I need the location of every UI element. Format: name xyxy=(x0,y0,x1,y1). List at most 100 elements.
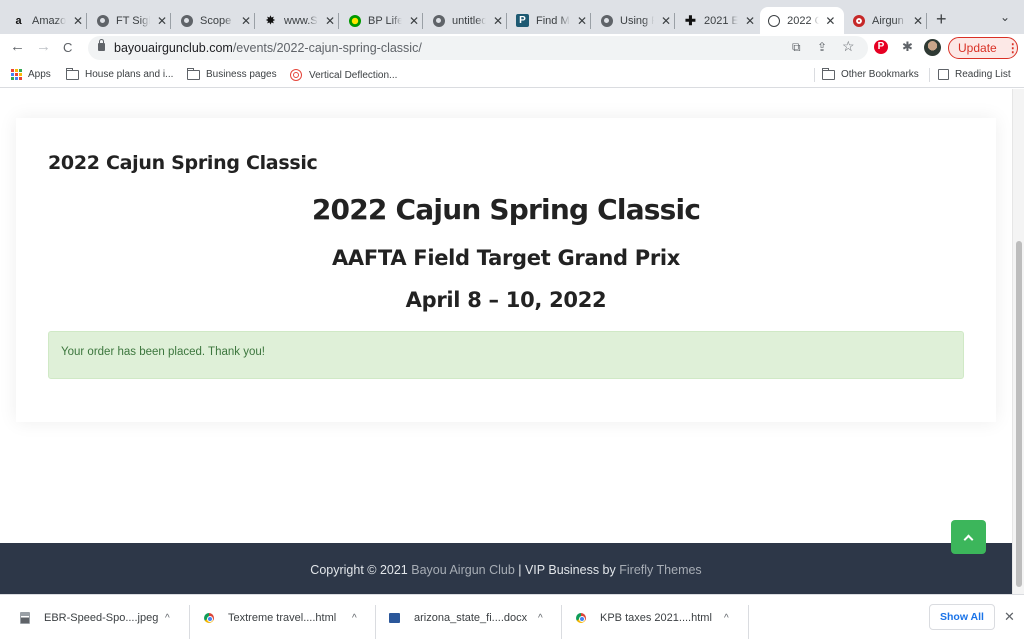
close-tab-icon[interactable]: ✕ xyxy=(408,14,420,28)
download-item[interactable]: KPB taxes 2021....html ^ xyxy=(576,595,729,641)
tab-title: Find M xyxy=(536,14,570,27)
download-item[interactable]: EBR-Speed-Spo....jpeg ^ xyxy=(20,595,170,641)
tab-divider xyxy=(590,13,591,29)
event-date: April 8 – 10, 2022 xyxy=(405,288,607,312)
site-link[interactable]: Bayou Airgun Club xyxy=(411,563,515,577)
bookmark-other[interactable]: Other Bookmarks xyxy=(822,67,919,80)
globe-icon xyxy=(600,14,613,27)
tab-scope[interactable]: Scope ✕ xyxy=(180,7,255,34)
profile-avatar[interactable] xyxy=(924,39,941,56)
scroll-to-top-button[interactable] xyxy=(951,520,986,554)
tab-title: untitled xyxy=(452,14,486,27)
extensions-puzzle-icon[interactable]: ✱ xyxy=(902,39,913,55)
tab-amazon[interactable]: a Amazon ✕ xyxy=(12,7,87,34)
folder-icon xyxy=(822,67,835,80)
tab-untitled[interactable]: untitled ✕ xyxy=(432,7,507,34)
tab-divider xyxy=(674,13,675,29)
tab-search-chevron-icon[interactable]: ⌄ xyxy=(1000,10,1010,24)
tab-title: Scope xyxy=(200,14,232,27)
close-tab-icon[interactable]: ✕ xyxy=(576,14,588,28)
tab-using[interactable]: Using F ✕ xyxy=(600,7,675,34)
translate-icon[interactable]: ⧉ xyxy=(792,40,801,55)
close-tab-icon[interactable]: ✕ xyxy=(324,14,336,28)
target-icon xyxy=(290,69,302,81)
download-item[interactable]: Textreme travel....html ^ xyxy=(204,595,357,641)
close-tab-icon[interactable]: ✕ xyxy=(825,14,836,28)
tab-title: Using F xyxy=(620,14,654,27)
update-button[interactable]: Update ⋮ xyxy=(948,37,1019,59)
bookmark-star-icon[interactable]: ☆ xyxy=(842,38,855,55)
download-options-caret-icon[interactable]: ^ xyxy=(352,613,357,624)
download-divider xyxy=(748,605,749,639)
tab-www[interactable]: ✸ www.Sl ✕ xyxy=(264,7,339,34)
tab-divider xyxy=(338,13,339,29)
page-viewport: 2022 Cajun Spring Classic 2022 Cajun Spr… xyxy=(0,89,1012,594)
event-subtitle: AAFTA Field Target Grand Prix xyxy=(331,246,681,270)
globe-icon xyxy=(96,14,109,27)
download-options-caret-icon[interactable]: ^ xyxy=(165,613,170,624)
alert-message: Your order has been placed. Thank you! xyxy=(61,346,265,358)
cross-icon: ✚ xyxy=(685,12,696,28)
tab-find[interactable]: P Find M ✕ xyxy=(516,7,591,34)
reload-button[interactable]: C xyxy=(63,40,72,55)
globe-icon xyxy=(432,14,445,27)
close-tab-icon[interactable]: ✕ xyxy=(240,14,252,28)
theme-link[interactable]: Firefly Themes xyxy=(619,563,701,577)
download-shelf: EBR-Speed-Spo....jpeg ^ Textreme travel.… xyxy=(0,594,1024,640)
tab-2021[interactable]: ✚ 2021 E ✕ xyxy=(684,7,756,34)
download-filename: KPB taxes 2021....html xyxy=(600,612,712,624)
tab-ft-sight[interactable]: FT Sight ✕ xyxy=(96,7,171,34)
word-file-icon xyxy=(389,613,400,623)
chevron-up-icon xyxy=(963,534,974,544)
update-label: Update xyxy=(958,41,997,55)
bookmark-divider xyxy=(929,68,930,82)
download-divider xyxy=(189,605,190,639)
bookmark-label: Apps xyxy=(28,69,51,80)
bookmark-apps[interactable]: Apps xyxy=(11,69,51,80)
url-text[interactable]: bayouairgunclub.com/events/2022-cajun-sp… xyxy=(114,41,422,55)
bookmark-business-pages[interactable]: Business pages xyxy=(187,67,277,80)
show-all-downloads-button[interactable]: Show All xyxy=(929,604,995,630)
bp-icon xyxy=(348,14,361,27)
copyright-text: Copyright © 2021 xyxy=(310,563,412,577)
close-tab-icon[interactable]: ✕ xyxy=(744,14,756,28)
tab-divider xyxy=(254,13,255,29)
download-options-caret-icon[interactable]: ^ xyxy=(724,613,729,624)
tab-title: FT Sight xyxy=(116,14,150,27)
p-icon: P xyxy=(516,14,529,27)
download-item[interactable]: arizona_state_fi....docx ^ xyxy=(389,595,543,641)
pinterest-icon[interactable]: P xyxy=(874,40,888,54)
tab-divider xyxy=(170,13,171,29)
event-title: 2022 Cajun Spring Classic xyxy=(311,193,701,226)
address-bar[interactable]: bayouairgunclub.com/events/2022-cajun-sp… xyxy=(88,36,868,60)
close-tab-icon[interactable]: ✕ xyxy=(72,14,84,28)
reading-list-label: Reading List xyxy=(955,69,1011,80)
tab-divider xyxy=(926,13,927,29)
bookmark-vertical-deflection[interactable]: Vertical Deflection... xyxy=(290,69,397,81)
tab-divider xyxy=(422,13,423,29)
page-scrollbar[interactable] xyxy=(1012,89,1024,594)
lock-icon xyxy=(98,39,105,51)
new-tab-button[interactable]: + xyxy=(936,9,947,30)
close-tab-icon[interactable]: ✕ xyxy=(492,14,504,28)
close-tab-icon[interactable]: ✕ xyxy=(660,14,672,28)
reading-list[interactable]: Reading List xyxy=(938,69,1011,80)
tab-divider xyxy=(86,13,87,29)
forward-button[interactable]: → xyxy=(36,38,51,55)
tab-2022-active[interactable]: 2022 C ✕ xyxy=(760,7,844,34)
tab-bp-life[interactable]: BP Life ✕ xyxy=(348,7,423,34)
url-path: /events/2022-cajun-spring-classic/ xyxy=(232,41,422,55)
tab-airgun[interactable]: Airgun ✕ xyxy=(852,7,927,34)
close-tab-icon[interactable]: ✕ xyxy=(156,14,168,28)
close-tab-icon[interactable]: ✕ xyxy=(912,14,924,28)
tab-title: 2021 E xyxy=(704,14,738,27)
tab-strip: a Amazon ✕ FT Sight ✕ Scope ✕ ✸ www.Sl ✕… xyxy=(0,0,1024,34)
bookmark-house-plans[interactable]: House plans and i... xyxy=(66,67,173,80)
close-download-shelf-icon[interactable]: ✕ xyxy=(1004,609,1015,625)
share-icon[interactable]: ⇪ xyxy=(817,40,827,54)
tab-title: www.Sl xyxy=(284,14,318,27)
scrollbar-thumb[interactable] xyxy=(1016,241,1022,587)
download-options-caret-icon[interactable]: ^ xyxy=(538,613,543,624)
kebab-menu-icon: ⋮ xyxy=(1006,41,1019,55)
back-button[interactable]: ← xyxy=(10,38,25,55)
